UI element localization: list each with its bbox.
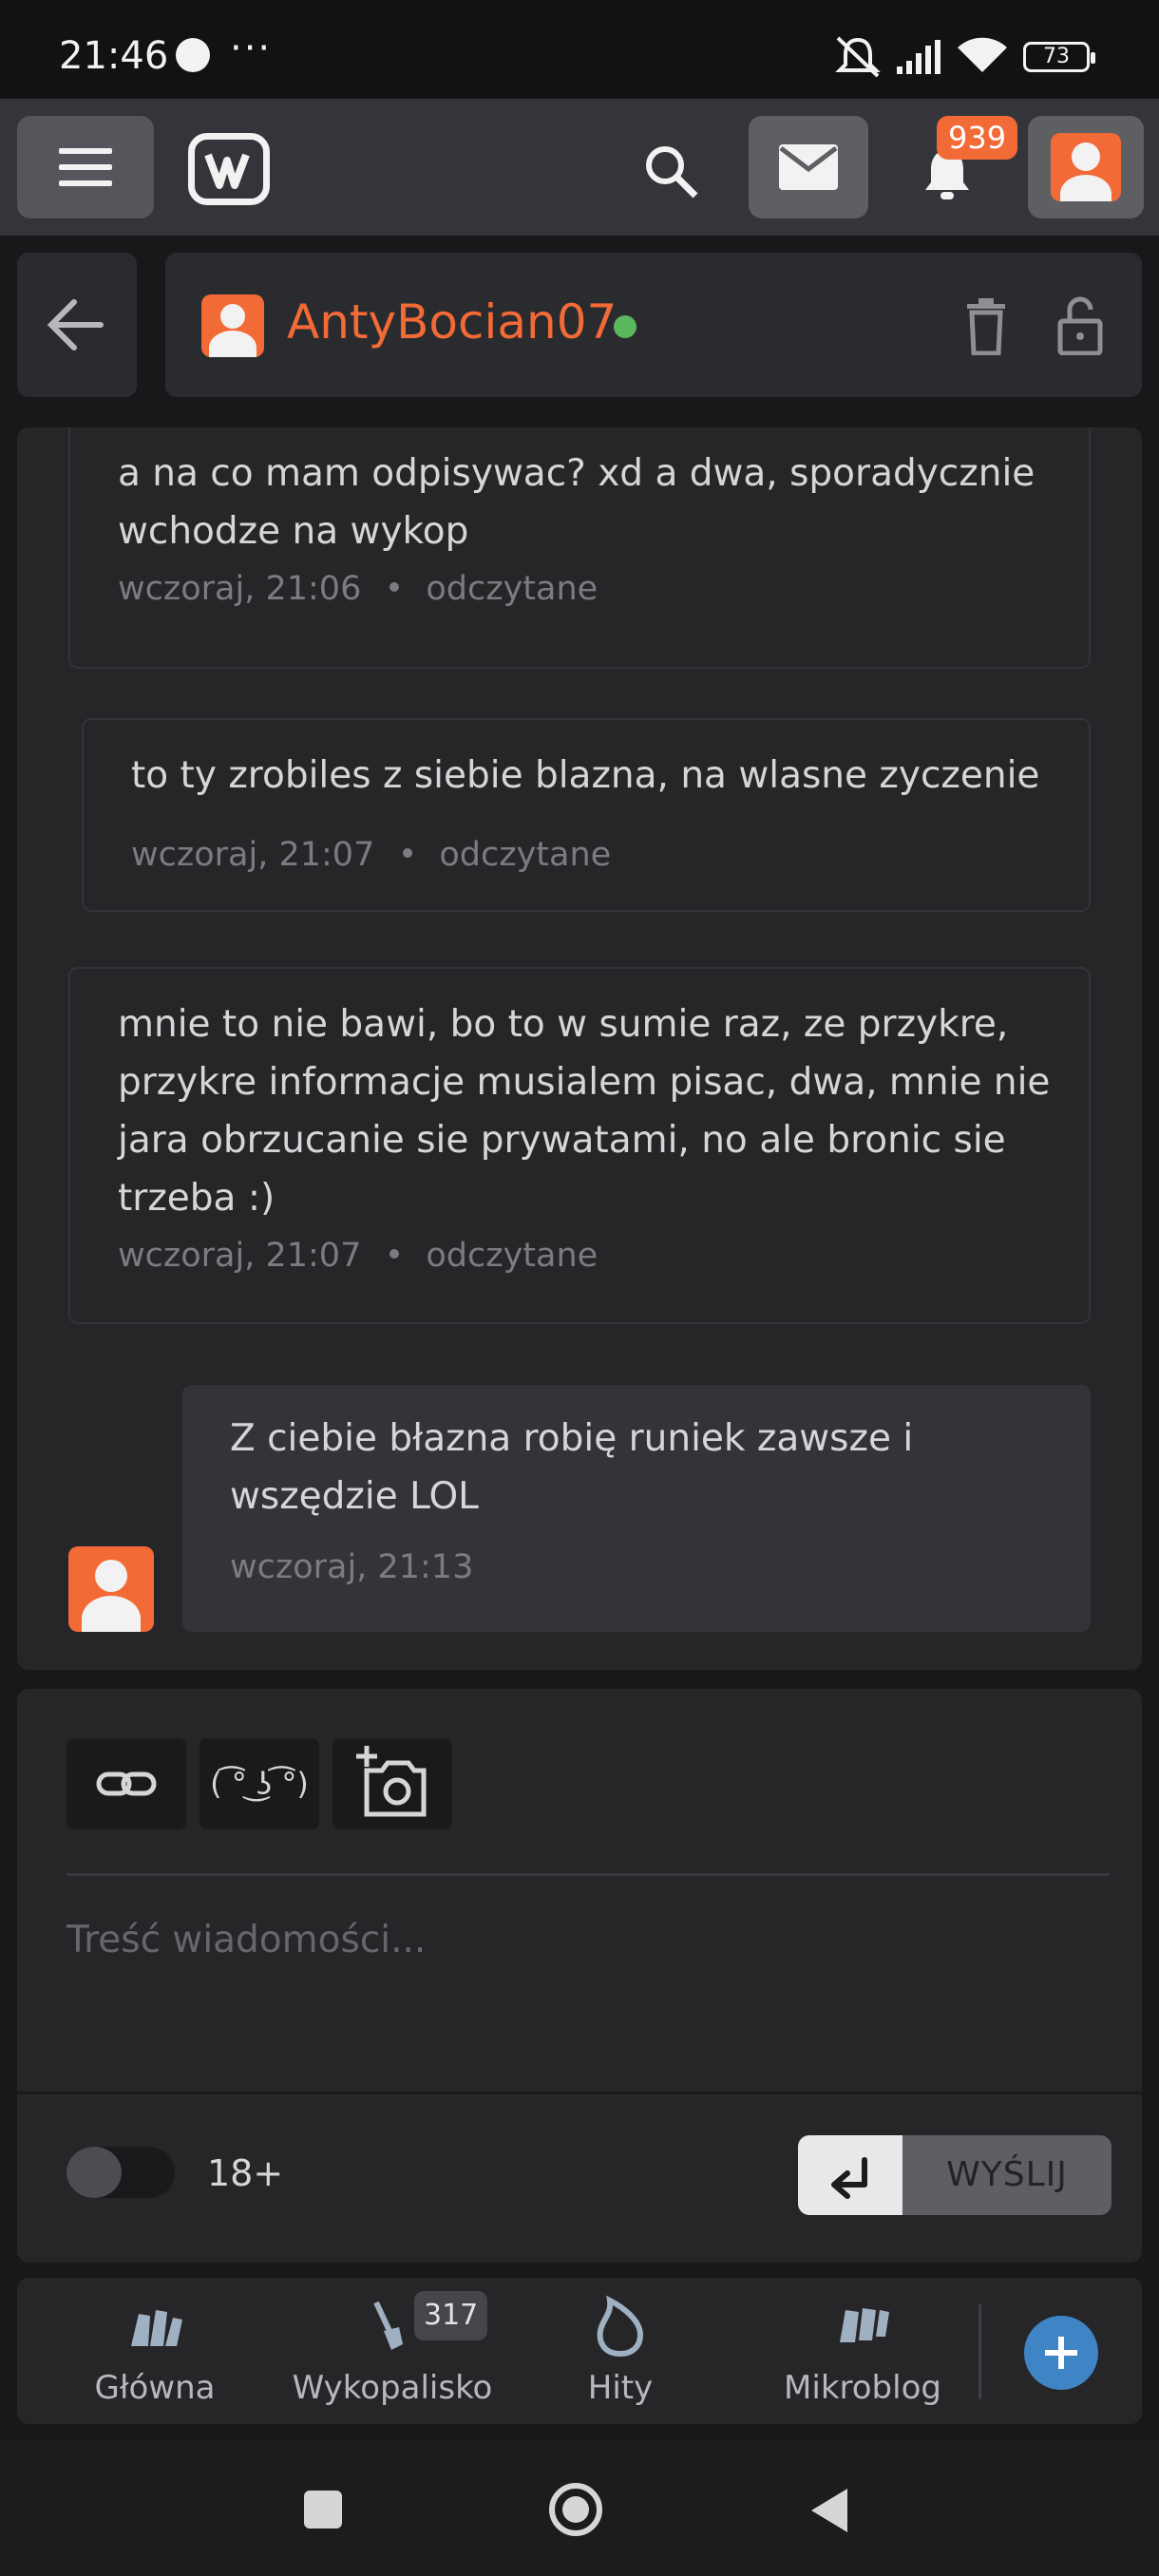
message-time: wczoraj, 21:06 (118, 570, 362, 608)
message-status: odczytane (426, 570, 598, 608)
message-text: a na co mam odpisywac? xd a dwa, sporady… (118, 452, 1036, 553)
status-time: 21:46 (59, 34, 169, 78)
bottom-navigation: Główna Wykopalisko 317 Hity Mikroblog (17, 2278, 1142, 2424)
wifi-icon (958, 37, 1007, 72)
message-status: odczytane (426, 1237, 598, 1275)
status-bar: 21:46 ··· 73 (0, 0, 1159, 99)
home-logo-icon (131, 2310, 182, 2346)
message-time: wczoraj, 21:13 (230, 1548, 474, 1586)
message-received: a na co mam odpisywac? xd a dwa, sporady… (68, 427, 1091, 669)
mute-icon (835, 36, 881, 78)
home-icon[interactable] (547, 2481, 604, 2538)
adult-content-label: 18+ (207, 2152, 284, 2194)
app-bar: 939 (0, 99, 1159, 236)
message-received: to ty zrobiles z siebie blazna, na wlasn… (82, 718, 1091, 912)
flame-icon (597, 2295, 644, 2358)
message-text: to ty zrobiles z siebie blazna, na wlasn… (131, 754, 1040, 797)
search-icon[interactable] (642, 142, 699, 199)
more-notifications-icon: ··· (230, 27, 273, 70)
avatar (1051, 133, 1121, 201)
conversation-username[interactable]: AntyBocian07 (287, 294, 617, 350)
compose-divider (66, 1873, 1110, 1876)
back-button[interactable] (17, 253, 137, 397)
camera-add-icon (356, 1746, 427, 1817)
plus-icon (1045, 2337, 1077, 2369)
compose-box: ( ͡° ͜ʖ ͡°) Treść wiadomości... 18+ WYŚL… (17, 1689, 1142, 2263)
back-nav-icon[interactable] (808, 2485, 851, 2536)
adult-content-toggle[interactable] (66, 2147, 175, 2198)
compose-footer-divider (17, 2092, 1142, 2094)
message-input[interactable]: Treść wiadomości... (66, 1919, 426, 1961)
insert-link-button[interactable] (66, 1738, 186, 1829)
link-icon (96, 1771, 157, 1796)
menu-button[interactable] (17, 116, 154, 218)
add-button[interactable] (1024, 2316, 1098, 2390)
own-avatar[interactable] (68, 1546, 154, 1632)
message-sent: Z ciebie błazna robię runiek zawsze i ws… (182, 1385, 1091, 1632)
user-avatar[interactable] (201, 294, 264, 357)
message-time: wczoraj, 21:07 (118, 1237, 362, 1275)
wykop-logo[interactable] (188, 133, 270, 205)
message-meta: wczoraj, 21:07 odczytane (118, 1237, 598, 1275)
message-status: odczytane (439, 836, 612, 874)
signal-icon (897, 40, 940, 74)
profile-avatar-button[interactable] (1028, 116, 1144, 218)
message-text: Z ciebie błazna robię runiek zawsze i ws… (230, 1417, 914, 1518)
messenger-icon (176, 38, 210, 72)
message-text: mnie to nie bawi, bo to w sumie raz, ze … (118, 1003, 1051, 1220)
enter-icon (831, 2157, 867, 2199)
recents-icon[interactable] (302, 2489, 344, 2530)
messages-button[interactable] (749, 116, 868, 218)
conversation-header: AntyBocian07 (165, 253, 1142, 397)
online-status-indicator (614, 315, 636, 338)
send-button[interactable]: WYŚLIJ (798, 2135, 1112, 2215)
add-photo-button[interactable] (332, 1738, 452, 1829)
lock-icon[interactable] (1054, 293, 1106, 355)
nav-separator (978, 2304, 981, 2399)
message-received: mnie to nie bawi, bo to w sumie raz, ze … (68, 967, 1091, 1324)
lenny-face-button[interactable]: ( ͡° ͜ʖ ͡°) (200, 1738, 319, 1829)
message-meta: wczoraj, 21:07 odczytane (131, 836, 611, 874)
message-time: wczoraj, 21:07 (131, 836, 375, 874)
send-label: WYŚLIJ (902, 2135, 1112, 2215)
trash-icon[interactable] (963, 298, 1009, 355)
conversation-messages[interactable]: a na co mam odpisywac? xd a dwa, sporady… (17, 427, 1142, 1670)
battery-icon: 73 (1023, 42, 1095, 72)
nav-item-glowna[interactable]: Główna (55, 2278, 255, 2424)
arrow-left-icon (47, 299, 104, 350)
mikroblog-icon (840, 2308, 889, 2342)
nav-item-hity[interactable]: Hity (549, 2278, 692, 2424)
wykopalisko-badge: 317 (414, 2291, 488, 2340)
nav-item-mikroblog[interactable]: Mikroblog (768, 2278, 958, 2424)
system-navigation-bar (0, 2441, 1159, 2576)
message-meta: wczoraj, 21:06 odczytane (118, 570, 598, 608)
mail-icon (779, 144, 838, 190)
notifications-badge[interactable]: 939 (937, 116, 1018, 160)
